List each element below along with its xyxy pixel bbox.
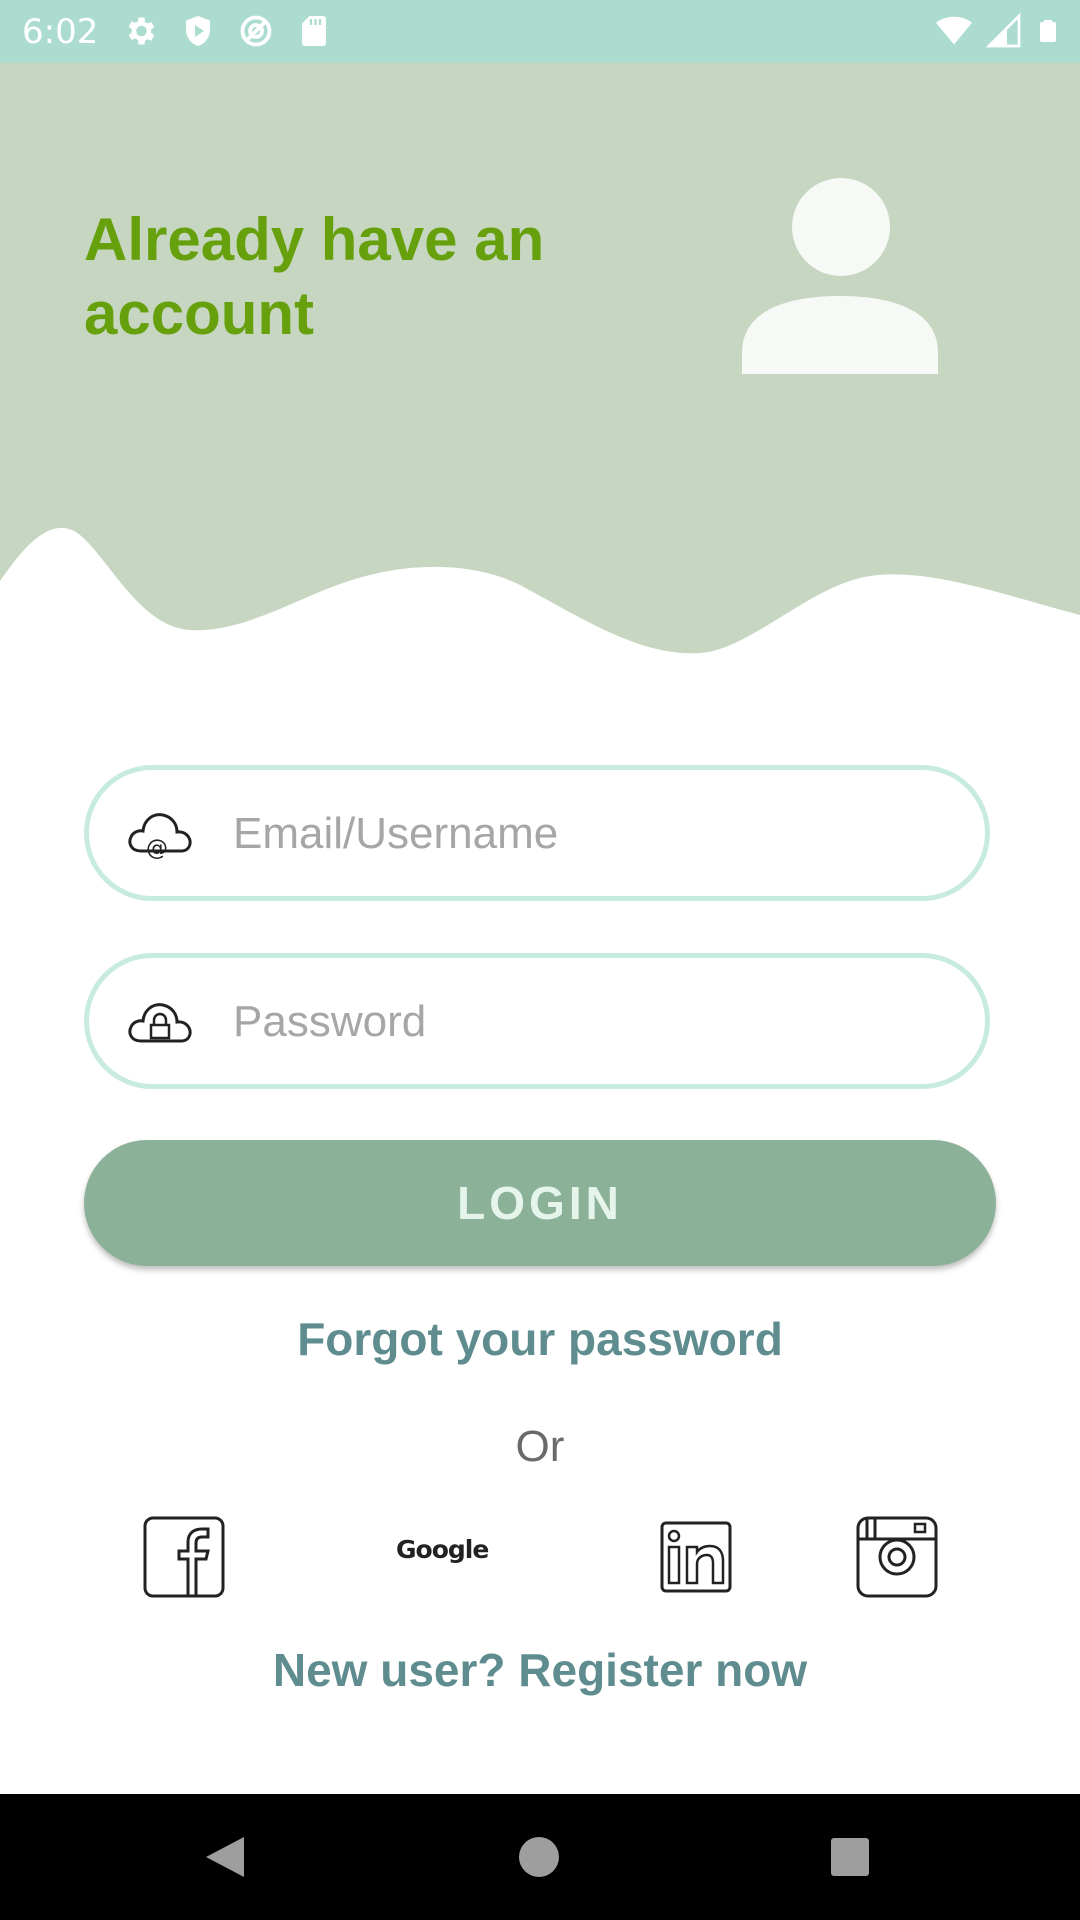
google-label: Google	[396, 1535, 489, 1564]
or-divider-text: Or	[515, 1422, 565, 1471]
forgot-password-link[interactable]: Forgot your password	[0, 1312, 1080, 1366]
header-banner: Already have an account	[0, 63, 1080, 663]
wifi-icon	[936, 16, 972, 45]
status-time: 6:02	[22, 12, 99, 52]
home-icon[interactable]	[514, 1832, 564, 1882]
linkedin-icon[interactable]	[660, 1521, 732, 1593]
sync-at-icon	[240, 15, 272, 47]
register-link[interactable]: New user? Register now	[0, 1643, 1080, 1697]
email-input[interactable]	[231, 790, 955, 878]
navigation-bar	[0, 1794, 1080, 1920]
instagram-icon[interactable]	[855, 1515, 939, 1599]
cloud-at-icon: @	[128, 813, 192, 861]
login-button[interactable]: LOGIN	[84, 1140, 996, 1266]
user-avatar-icon	[742, 178, 938, 374]
status-icons-left	[122, 13, 332, 49]
settings-gear-icon	[128, 17, 155, 45]
password-input[interactable]	[231, 978, 955, 1066]
password-field[interactable]	[84, 953, 990, 1089]
cell-signal-icon	[986, 13, 1021, 48]
recents-icon[interactable]	[825, 1832, 875, 1882]
sd-card-icon	[302, 16, 326, 46]
page-title: Already have an account	[84, 206, 545, 347]
svg-text:@: @	[146, 836, 168, 861]
status-bar: 6:02	[0, 0, 1080, 63]
battery-icon	[1040, 20, 1056, 42]
google-icon[interactable]: Google	[396, 1515, 489, 1599]
email-field[interactable]: @	[84, 765, 990, 901]
facebook-icon[interactable]	[142, 1515, 226, 1599]
status-icons-right	[936, 13, 1060, 49]
cloud-lock-icon	[128, 1003, 192, 1043]
back-icon[interactable]	[200, 1832, 250, 1882]
shield-play-icon	[186, 16, 210, 46]
